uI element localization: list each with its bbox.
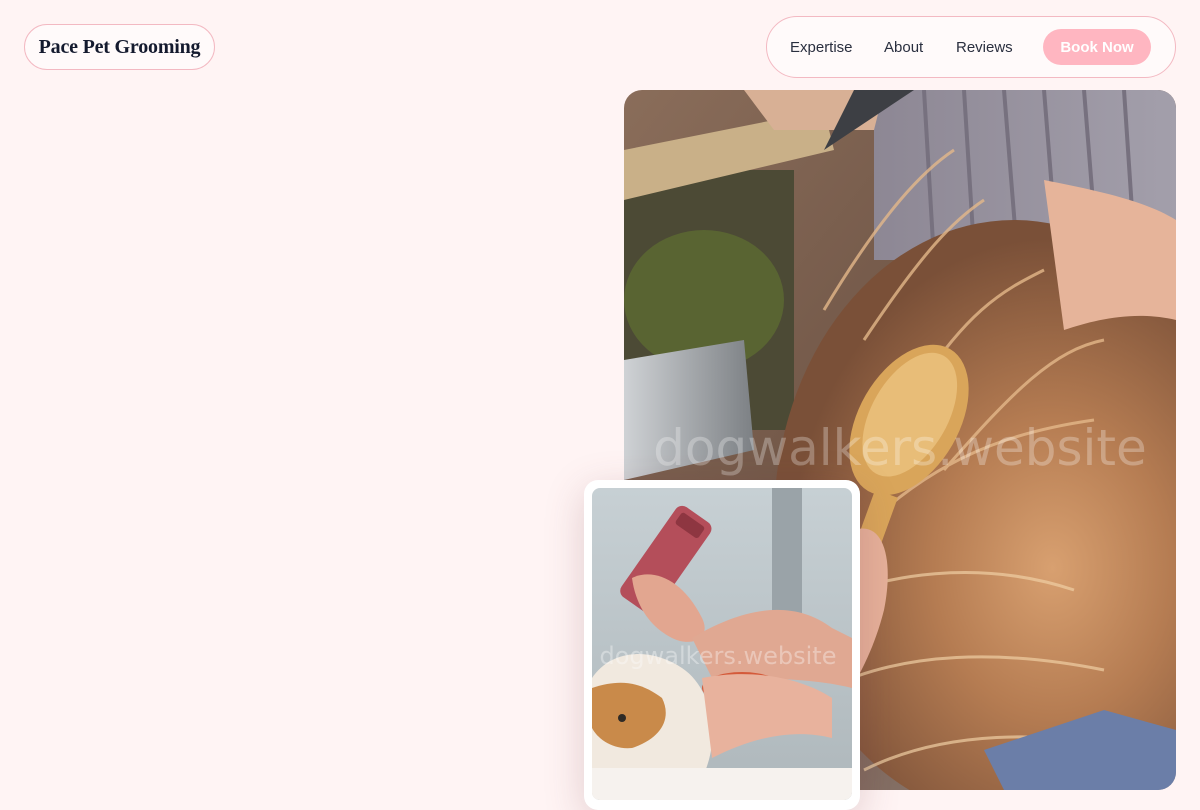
book-now-button[interactable]: Book Now [1043,29,1151,65]
hero-inset-photo: dogwalkers.website [592,488,852,800]
inset-photo-frame: dogwalkers.website [584,480,860,810]
nav-link-expertise[interactable]: Expertise [790,17,853,77]
brand-name: Pace Pet Grooming [38,35,201,58]
brand-logo[interactable]: Pace Pet Grooming [24,24,215,70]
main-photo-watermark: dogwalkers.website [653,419,1147,477]
nav-link-reviews[interactable]: Reviews [956,17,1013,77]
main-nav: Expertise About Reviews Book Now [766,16,1176,78]
nav-link-about[interactable]: About [884,17,923,77]
inset-photo-watermark: dogwalkers.website [600,642,837,670]
cat-grooming-photo: dogwalkers.website [592,488,852,800]
